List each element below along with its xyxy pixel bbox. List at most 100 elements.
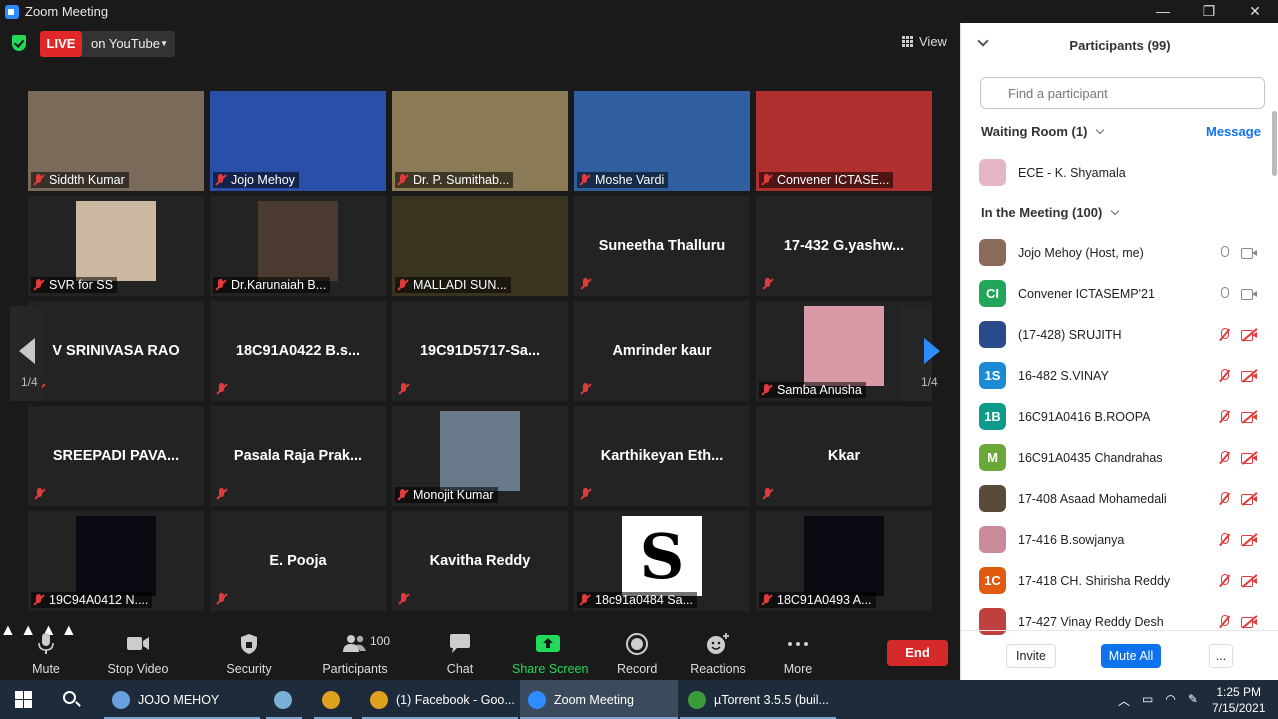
window-title: Zoom Meeting (25, 4, 109, 19)
taskbar-item[interactable]: µTorrent 3.5.5 (buil... (680, 680, 836, 719)
more-options-button[interactable]: ... (1209, 644, 1233, 668)
taskbar-clock[interactable]: 1:25 PM 7/15/2021 (1212, 684, 1265, 716)
video-tile[interactable]: Moshe Vardi (574, 91, 750, 191)
video-tile[interactable]: MALLADI SUN... (392, 196, 568, 296)
taskbar-search-icon[interactable] (63, 691, 76, 704)
participants-button[interactable]: 100 Participants (320, 632, 390, 676)
mic-muted-icon[interactable] (1217, 368, 1231, 384)
taskbar-item[interactable] (266, 680, 302, 719)
video-tile[interactable]: S 18c91a0484 Sa... (574, 511, 750, 611)
tray-chevron-icon[interactable]: ︿ (1118, 692, 1130, 709)
live-platform-dropdown[interactable]: on YouTube ▼ (82, 31, 175, 57)
mic-muted-icon[interactable] (1217, 327, 1231, 343)
taskbar-item[interactable]: Zoom Meeting (520, 680, 678, 719)
video-off-icon[interactable] (1241, 409, 1258, 423)
video-camera-icon[interactable] (1241, 247, 1257, 259)
video-tile[interactable]: 18C91A0493 A... (756, 511, 932, 611)
video-tile[interactable]: 19C94A0412 N.... (28, 511, 204, 611)
participant-row[interactable]: 17-416 B.sowjanya (961, 519, 1265, 560)
stop-video-button[interactable]: Stop Video (104, 632, 172, 676)
video-tile[interactable]: Kkar (756, 406, 932, 506)
more-button[interactable]: More (782, 632, 814, 676)
chat-button[interactable]: Chat (444, 632, 476, 676)
participant-row[interactable]: Jojo Mehoy (Host, me) (961, 232, 1265, 273)
participant-list-scrollbar[interactable] (1272, 111, 1277, 176)
video-tile[interactable]: Amrinder kaur (574, 301, 750, 401)
mic-muted-icon (578, 381, 594, 397)
view-button[interactable]: View (902, 34, 947, 49)
mute-all-button[interactable]: Mute All (1101, 644, 1161, 668)
video-tile[interactable]: Pasala Raja Prak... (210, 406, 386, 506)
mic-muted-icon[interactable] (1217, 409, 1231, 425)
close-button[interactable]: ✕ (1232, 0, 1278, 23)
invite-button[interactable]: Invite (1006, 644, 1056, 668)
maximize-button[interactable]: ❐ (1186, 0, 1232, 23)
video-off-icon[interactable] (1241, 614, 1258, 628)
waiting-participant-row[interactable]: ECE - K. Shyamala (961, 152, 1265, 193)
app-icon (274, 690, 292, 709)
participant-row[interactable]: 17-408 Asaad Mohamedali (961, 478, 1265, 519)
audio-options-caret[interactable]: ▲ (0, 622, 16, 639)
record-button[interactable]: Record (617, 632, 657, 676)
video-off-icon[interactable] (1241, 491, 1258, 505)
mic-muted-icon[interactable] (1217, 573, 1231, 589)
participant-row[interactable]: (17-428) SRUJITH (961, 314, 1265, 355)
pen-icon[interactable]: ✎ (1188, 692, 1198, 709)
video-tile[interactable]: Karthikeyan Eth... (574, 406, 750, 506)
mic-muted-icon[interactable] (1217, 614, 1231, 630)
message-waiting-room-link[interactable]: Message (1206, 124, 1261, 139)
share-screen-button[interactable]: Share Screen (512, 632, 588, 676)
video-tile[interactable]: Suneetha Thalluru (574, 196, 750, 296)
taskbar-item[interactable] (314, 680, 352, 719)
video-tile[interactable]: Dr. P. Sumithab... (392, 91, 568, 191)
video-tile[interactable]: SVR for SS (28, 196, 204, 296)
minimize-button[interactable]: — (1140, 0, 1186, 23)
windows-start-icon[interactable] (15, 691, 32, 708)
video-tile[interactable]: Monojit Kumar (392, 406, 568, 506)
video-tile[interactable]: Jojo Mehoy (210, 91, 386, 191)
participant-name: Jojo Mehoy (231, 173, 295, 187)
security-button[interactable]: Security (226, 632, 272, 676)
video-off-icon[interactable] (1241, 368, 1258, 382)
network-icon[interactable]: ▭ (1142, 692, 1153, 709)
participant-row[interactable]: M 16C91A0435 Chandrahas (961, 437, 1265, 478)
video-tile[interactable]: 18C91A0422 B.s... (210, 301, 386, 401)
end-meeting-button[interactable]: End (887, 640, 948, 666)
participant-row[interactable]: 1C 17-418 CH. Shirisha Reddy (961, 560, 1265, 601)
taskbar-item[interactable]: JOJO MEHOY (104, 680, 260, 719)
video-tile[interactable]: V SRINIVASA RAO (28, 301, 204, 401)
mic-muted-icon[interactable] (1217, 450, 1231, 466)
waiting-room-header[interactable]: Waiting Room (1) (981, 124, 1105, 139)
in-meeting-header[interactable]: In the Meeting (100) (981, 205, 1120, 220)
video-tile[interactable]: Dr.Karunaiah B... (210, 196, 386, 296)
video-tile[interactable]: SREEPADI PAVA... (28, 406, 204, 506)
participant-row[interactable]: 1S 16-482 S.VINAY (961, 355, 1265, 396)
video-off-icon[interactable] (1241, 532, 1258, 546)
mic-muted-icon (759, 172, 775, 188)
video-camera-icon[interactable] (1241, 288, 1257, 300)
microphone-icon[interactable] (1217, 245, 1231, 261)
video-tile[interactable]: 17-432 G.yashw... (756, 196, 932, 296)
participant-row[interactable]: 1B 16C91A0416 B.ROOPA (961, 396, 1265, 437)
video-off-icon[interactable] (1241, 573, 1258, 587)
encryption-shield-icon[interactable] (12, 35, 26, 51)
video-off-icon[interactable] (1241, 327, 1258, 341)
mic-muted-icon[interactable] (1217, 532, 1231, 548)
mute-button[interactable]: Mute (28, 632, 64, 676)
wifi-icon[interactable]: ◠ (1165, 692, 1175, 709)
taskbar-item[interactable]: (1) Facebook - Goo... (362, 680, 518, 719)
reactions-button[interactable]: Reactions (690, 632, 746, 676)
tile-name-label: Moshe Vardi (577, 172, 669, 188)
video-tile[interactable]: Siddth Kumar (28, 91, 204, 191)
mic-muted-icon (396, 381, 412, 397)
participant-row[interactable]: CI Convener ICTASEMP'21 (961, 273, 1265, 314)
video-tile[interactable]: Kavitha Reddy (392, 511, 568, 611)
mic-muted-icon[interactable] (1217, 491, 1231, 507)
video-tile[interactable]: 19C91D5717-Sa... (392, 301, 568, 401)
participant-search-input[interactable] (980, 77, 1265, 109)
participant-name: 16C91A0416 B.ROOPA (1018, 409, 1151, 424)
video-tile[interactable]: Convener ICTASE... (756, 91, 932, 191)
microphone-icon[interactable] (1217, 286, 1231, 302)
video-tile[interactable]: E. Pooja (210, 511, 386, 611)
video-off-icon[interactable] (1241, 450, 1258, 464)
